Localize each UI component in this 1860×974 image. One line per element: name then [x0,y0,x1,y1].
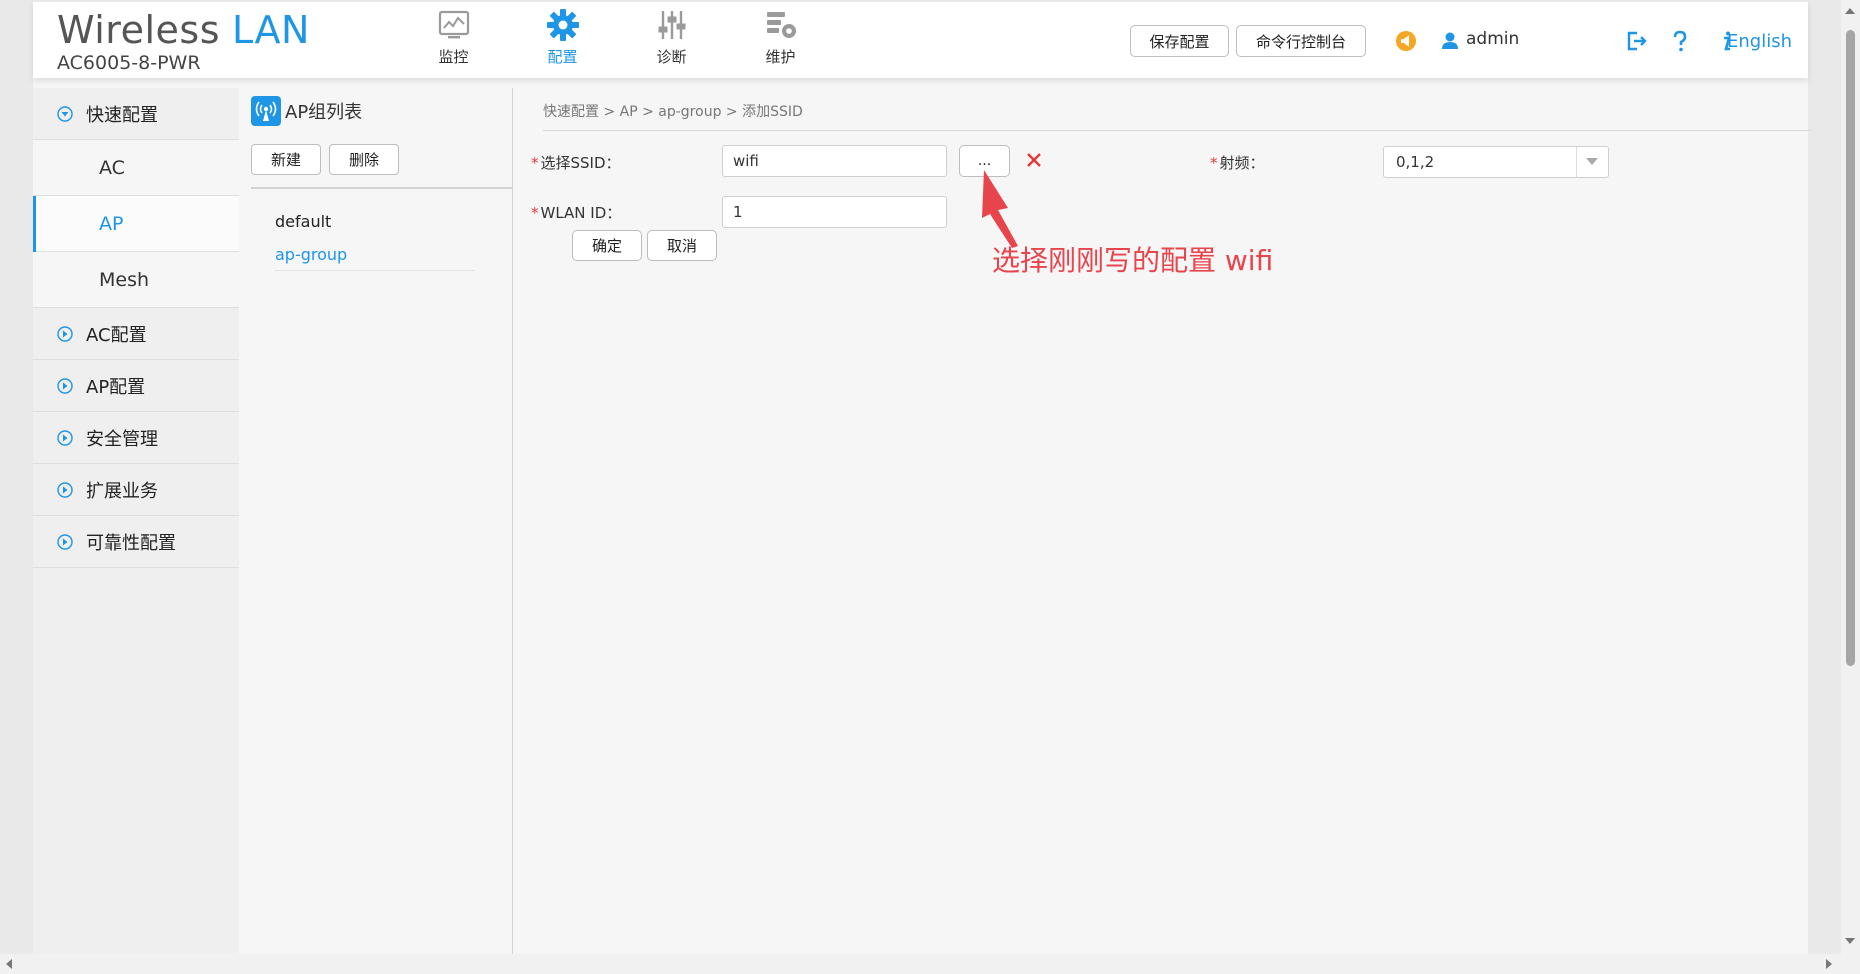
horizontal-scrollbar[interactable] [0,954,1860,974]
gear-icon [546,9,579,41]
radio-select-value: 0,1,2 [1396,153,1435,171]
sidebar-extended-label: 扩展业务 [86,480,158,502]
chevron-down-icon [1586,158,1598,165]
ap-group-panel: AP组列表 新建 删除 default ap-group [239,88,513,954]
sidebar-ac-config-label: AC配置 [86,324,147,346]
delete-group-button[interactable]: 删除 [329,144,399,175]
logo: Wireless LAN AC6005-8-PWR [57,8,310,74]
sliders-icon [658,11,685,39]
sidebar-sub-ap-label: AP [99,212,124,235]
browser-frame: Wireless LAN AC6005-8-PWR 监控 配置 诊断 维护 保存… [0,0,1860,974]
expand-circle-icon [57,326,73,342]
sidebar-sub-mesh-label: Mesh [99,268,150,291]
group-item-ap-group[interactable]: ap-group [275,245,475,264]
sidebar: 快速配置 AC AP Mesh AC配置 AP配置 安全管理 扩展业务 可靠性配… [33,88,239,954]
group-item-default[interactable]: default [275,212,475,231]
admin-username[interactable]: admin [1466,29,1519,49]
sidebar-reliability[interactable]: 可靠性配置 [33,516,239,568]
required-mark: * [1210,154,1218,172]
cli-console-button[interactable]: 命令行控制台 [1236,25,1366,57]
wlan-id-label-text: WLAN ID： [540,204,622,222]
device-model: AC6005-8-PWR [57,52,201,74]
sidebar-sub-ac[interactable]: AC [33,140,239,196]
nav-config[interactable]: 配置 [508,8,617,66]
wireless-ap-icon [251,96,281,126]
sidebar-quick-config-label: 快速配置 [86,104,158,126]
collapse-circle-icon [57,106,73,122]
sidebar-sub-ac-label: AC [99,156,125,179]
dropdown-toggle[interactable] [1576,147,1608,177]
language-switch[interactable]: English [1727,31,1792,52]
clear-icon[interactable] [1024,150,1044,170]
divider [251,187,513,189]
sidebar-quick-config[interactable]: 快速配置 [33,88,239,140]
nav-maintain-label: 维护 [765,48,796,66]
sidebar-security[interactable]: 安全管理 [33,412,239,464]
sidebar-sub-ap[interactable]: AP [33,196,239,252]
ap-group-title: AP组列表 [285,102,363,123]
annotation-text: 选择刚刚写的配置 wifi [992,244,1274,277]
breadcrumb-divider [543,130,1811,131]
user-icon[interactable] [1441,30,1459,52]
nav-diagnose[interactable]: 诊断 [617,8,726,66]
monitor-icon [438,10,469,39]
scroll-up-icon[interactable] [1845,8,1855,14]
alarm-icon[interactable] [1395,30,1417,52]
nav-maintain[interactable]: 维护 [726,8,835,66]
ssid-input[interactable]: wifi [722,145,947,177]
scroll-right-icon[interactable] [1826,959,1832,969]
required-mark: * [531,154,539,172]
sidebar-ac-config[interactable]: AC配置 [33,308,239,360]
logout-icon[interactable] [1625,30,1647,52]
sidebar-extended[interactable]: 扩展业务 [33,464,239,516]
new-group-button[interactable]: 新建 [251,144,321,175]
cancel-button[interactable]: 取消 [647,230,717,261]
expand-circle-icon [57,482,73,498]
radio-select[interactable]: 0,1,2 [1383,146,1609,178]
help-icon[interactable] [1669,30,1691,52]
logo-title: Wireless LAN [57,8,310,52]
nav-config-label: 配置 [547,48,578,66]
ok-button[interactable]: 确定 [572,230,642,261]
radio-label-text: 射频： [1219,154,1265,172]
breadcrumb: 快速配置 > AP > ap-group > 添加SSID [543,104,803,120]
save-config-button[interactable]: 保存配置 [1130,25,1229,57]
scroll-left-icon[interactable] [6,959,12,969]
required-mark: * [531,204,539,222]
logo-word-lan: LAN [232,8,310,52]
sidebar-reliability-label: 可靠性配置 [86,532,176,554]
scroll-thumb[interactable] [1846,30,1855,666]
annotation-arrow-icon [982,170,1018,248]
expand-circle-icon [57,534,73,550]
wlan-id-field-label: * WLAN ID： [531,202,621,223]
ap-group-header: AP组列表 [251,96,362,126]
nav-monitor-label: 监控 [438,48,469,66]
main-nav: 监控 配置 诊断 维护 [399,8,835,66]
radio-field-label: * 射频： [1210,152,1265,173]
sidebar-security-label: 安全管理 [86,428,158,450]
web-page: Wireless LAN AC6005-8-PWR 监控 配置 诊断 维护 保存… [33,2,1811,954]
maintenance-icon [766,12,796,38]
sidebar-ap-config[interactable]: AP配置 [33,360,239,412]
vertical-scrollbar[interactable] [1841,0,1860,954]
top-header: Wireless LAN AC6005-8-PWR 监控 配置 诊断 维护 保存… [33,2,1808,78]
scroll-down-icon[interactable] [1845,938,1855,944]
sidebar-ap-config-label: AP配置 [86,376,146,398]
expand-circle-icon [57,378,73,394]
sidebar-sub-mesh[interactable]: Mesh [33,252,239,308]
main-content: 快速配置 > AP > ap-group > 添加SSID * 选择SSID： w… [514,88,1811,954]
nav-diagnose-label: 诊断 [656,48,687,66]
ssid-label-text: 选择SSID： [540,154,621,172]
expand-circle-icon [57,430,73,446]
list-divider [275,270,475,271]
wlan-id-input[interactable]: 1 [722,196,947,228]
nav-monitor[interactable]: 监控 [399,8,508,66]
active-indicator [33,196,36,252]
ssid-field-label: * 选择SSID： [531,152,621,173]
logo-word-wireless: Wireless [57,8,220,52]
